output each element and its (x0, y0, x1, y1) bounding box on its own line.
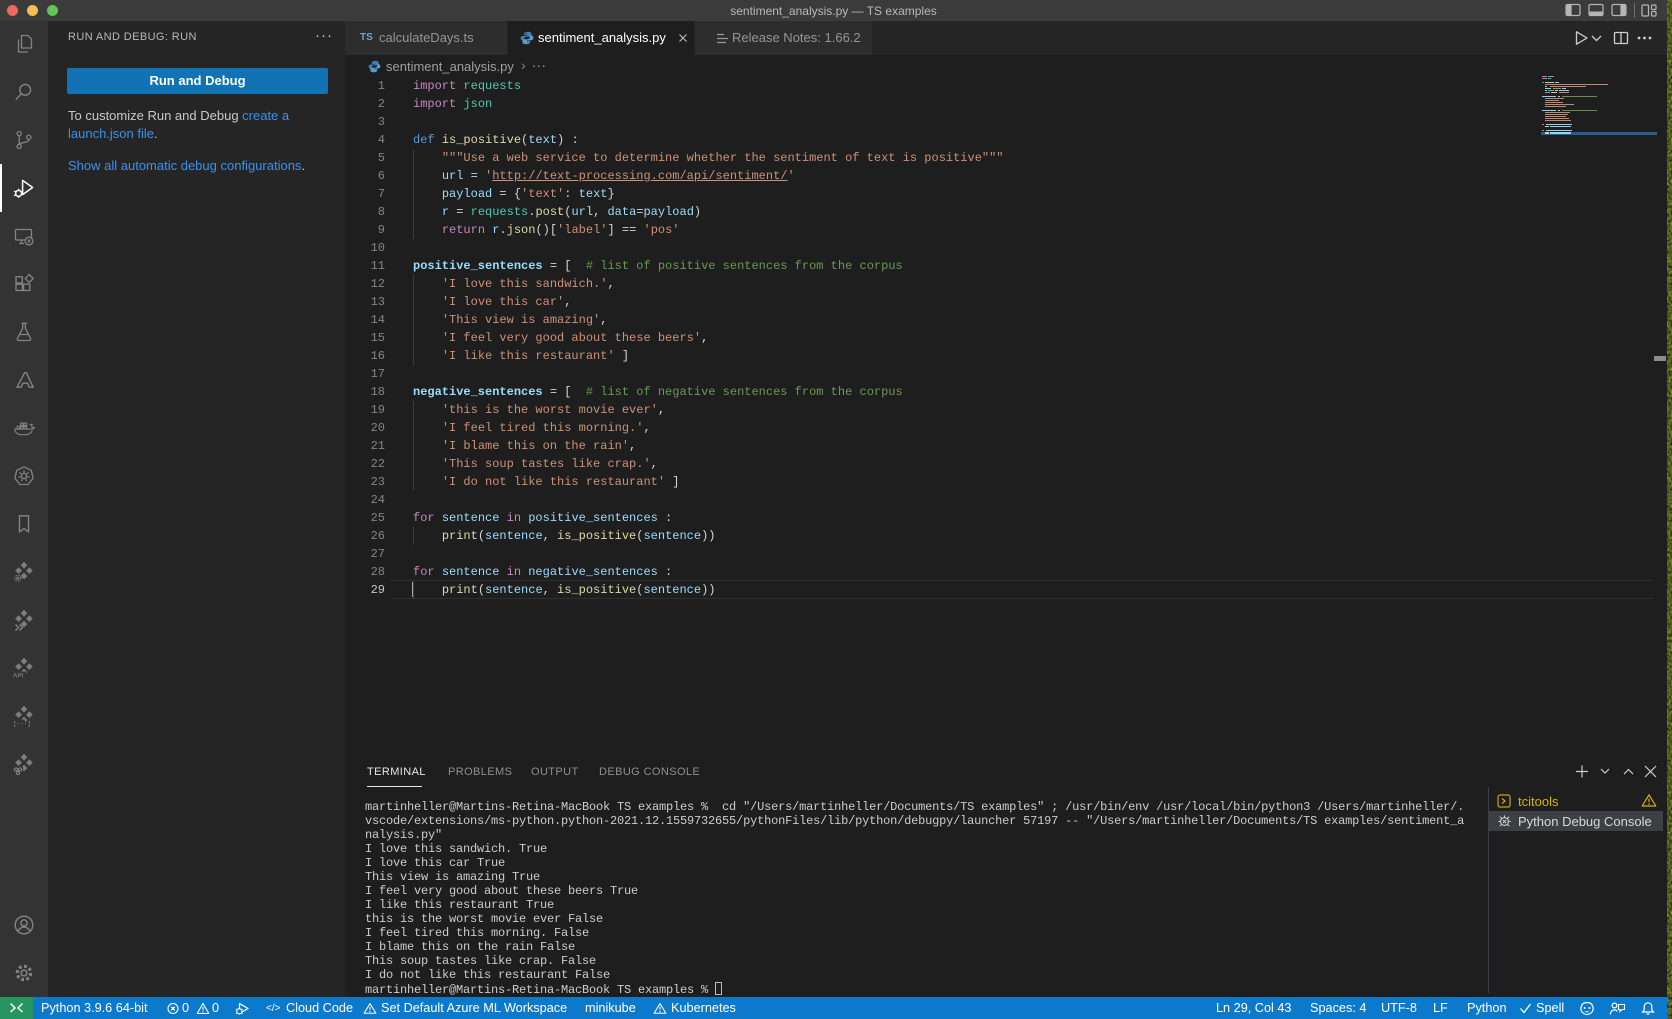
svg-text:[···]: [···] (13, 721, 31, 728)
svg-text:API: API (13, 673, 24, 680)
